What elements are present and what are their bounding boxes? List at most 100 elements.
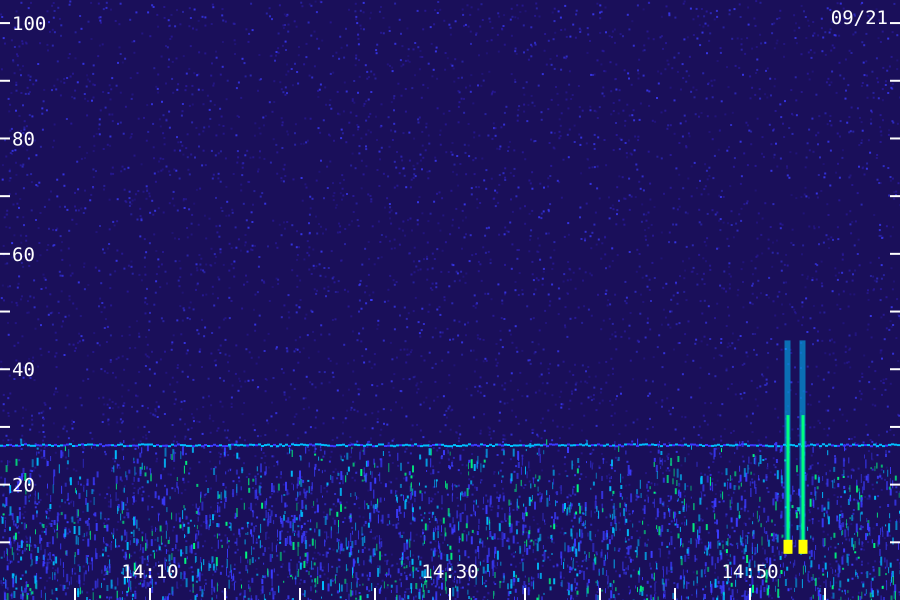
noise-pixel xyxy=(874,370,877,373)
noise-pixel xyxy=(730,210,733,213)
noise-pixel xyxy=(525,419,528,422)
noise-pixel xyxy=(877,434,880,437)
noise-pixel xyxy=(268,300,271,302)
noise-pixel xyxy=(836,278,839,281)
noise-pixel xyxy=(31,423,34,426)
noise-pixel xyxy=(241,174,244,177)
noise-pixel xyxy=(488,70,491,73)
noise-pixel xyxy=(198,51,201,54)
noise-pixel xyxy=(444,68,447,71)
noise-pixel xyxy=(151,350,153,353)
noise-pixel xyxy=(711,96,714,99)
noise-pixel xyxy=(678,484,681,487)
noise-pixel xyxy=(219,352,222,354)
noise-pixel xyxy=(472,159,475,162)
noise-pixel xyxy=(777,416,780,419)
noise-pixel xyxy=(246,250,249,253)
noise-pixel xyxy=(388,480,391,483)
noise-pixel xyxy=(804,286,807,289)
noise-pixel xyxy=(389,217,391,220)
noise-pixel xyxy=(195,28,198,31)
noise-pixel xyxy=(130,97,133,100)
noise-pixel xyxy=(164,484,166,487)
noise-pixel xyxy=(80,335,83,338)
noise-pixel xyxy=(244,75,247,78)
noise-pixel xyxy=(264,114,267,117)
noise-pixel xyxy=(110,596,113,599)
noise-pixel xyxy=(529,238,531,241)
noise-pixel xyxy=(451,302,454,305)
noise-pixel xyxy=(25,239,28,242)
noise-pixel xyxy=(384,559,387,562)
noise-pixel xyxy=(560,112,563,115)
noise-pixel xyxy=(375,115,377,118)
noise-pixel xyxy=(453,280,456,283)
noise-pixel xyxy=(416,423,419,426)
noise-pixel xyxy=(854,396,857,399)
noise-pixel xyxy=(95,132,98,135)
noise-pixel xyxy=(51,89,53,92)
noise-pixel xyxy=(608,536,611,539)
noise-pixel xyxy=(498,352,501,355)
noise-pixel xyxy=(884,388,887,391)
noise-pixel xyxy=(209,431,212,434)
noise-pixel xyxy=(516,541,519,544)
noise-pixel xyxy=(277,32,280,35)
noise-pixel xyxy=(815,192,818,195)
noise-pixel xyxy=(102,8,105,11)
noise-pixel xyxy=(730,224,733,226)
noise-pixel xyxy=(98,397,100,400)
noise-pixel xyxy=(99,225,101,227)
noise-pixel xyxy=(215,56,218,59)
noise-pixel xyxy=(726,584,729,587)
noise-pixel xyxy=(537,493,540,496)
noise-pixel xyxy=(734,347,737,350)
noise-pixel xyxy=(225,185,228,188)
noise-pixel xyxy=(589,272,592,275)
noise-pixel xyxy=(528,179,531,182)
noise-pixel xyxy=(110,173,113,176)
noise-pixel xyxy=(169,383,172,386)
noise-pixel xyxy=(856,192,859,195)
noise-pixel xyxy=(476,334,479,337)
noise-pixel xyxy=(483,596,486,599)
noise-pixel xyxy=(872,527,875,530)
noise-pixel xyxy=(730,501,733,504)
noise-pixel xyxy=(225,486,227,489)
noise-pixel xyxy=(436,308,439,311)
noise-pixel xyxy=(222,263,225,266)
noise-pixel xyxy=(405,447,408,450)
noise-pixel xyxy=(239,593,242,596)
noise-pixel xyxy=(190,153,193,156)
noise-pixel xyxy=(870,109,873,112)
noise-pixel xyxy=(245,274,247,277)
noise-pixel xyxy=(727,306,729,309)
noise-pixel xyxy=(298,246,300,249)
noise-pixel xyxy=(731,526,734,529)
noise-pixel xyxy=(273,101,276,103)
noise-pixel xyxy=(286,530,289,533)
noise-pixel xyxy=(489,262,492,265)
noise-pixel xyxy=(863,173,866,176)
noise-pixel xyxy=(439,519,442,522)
noise-pixel xyxy=(243,370,246,373)
noise-pixel xyxy=(355,54,358,57)
noise-pixel xyxy=(483,558,486,561)
noise-pixel xyxy=(834,358,837,361)
noise-pixel xyxy=(501,299,504,302)
noise-pixel xyxy=(207,377,210,380)
noise-pixel xyxy=(739,335,742,337)
noise-pixel xyxy=(308,74,311,77)
noise-pixel xyxy=(490,177,493,180)
noise-pixel xyxy=(170,35,173,38)
noise-pixel xyxy=(733,530,736,533)
noise-pixel xyxy=(103,184,106,187)
noise-pixel xyxy=(404,88,407,90)
noise-pixel xyxy=(836,2,839,5)
noise-pixel xyxy=(499,145,502,148)
noise-pixel xyxy=(21,295,23,298)
noise-pixel xyxy=(664,316,667,319)
noise-pixel xyxy=(488,431,491,433)
noise-pixel xyxy=(480,279,483,282)
noise-pixel xyxy=(18,459,21,462)
